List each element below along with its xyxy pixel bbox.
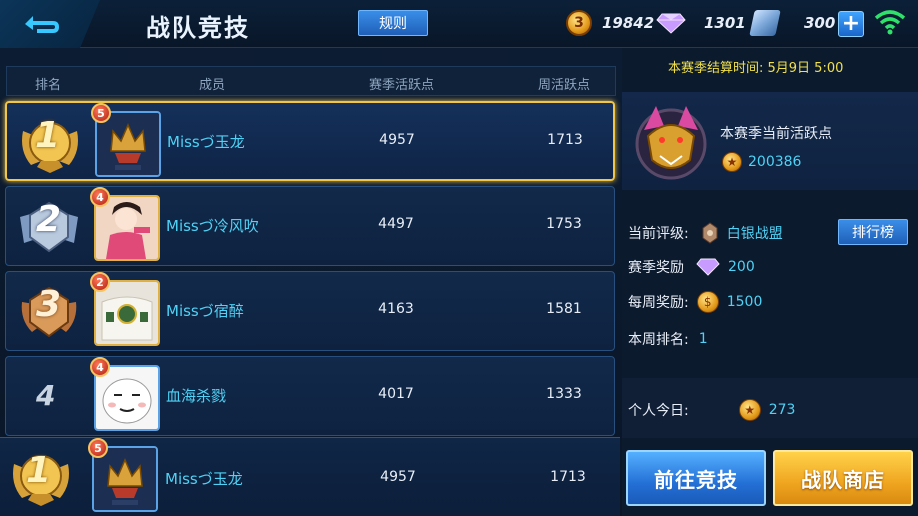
season-settlement-time: 本赛季结算时间: 5月9日 5:00 [668, 61, 844, 76]
weekly-points: 1713 [550, 469, 586, 485]
crown-emblem-icon [94, 448, 156, 510]
current-activity-number: 200386 [748, 154, 802, 170]
season-points: 4017 [378, 386, 414, 402]
page-title: 战队竞技 [146, 14, 250, 42]
uniform-patch-icon [96, 282, 158, 344]
today-value: 273 [768, 402, 796, 418]
rank-number: 4 [36, 379, 56, 412]
weekly-points: 1713 [547, 132, 583, 148]
top-bar: 战队竞技 规则 3 19842 1301 300 + [0, 0, 918, 48]
col-rank-header: 排名 [35, 78, 62, 93]
voucher-amount: 300 [804, 14, 836, 32]
star-icon: ★ [722, 152, 742, 172]
character-portrait-icon [96, 197, 158, 259]
gold-coin-icon: $ [696, 291, 719, 313]
voucher-currency: 300 [749, 10, 836, 36]
diamond-amount: 1301 [704, 14, 746, 32]
team-shop-button[interactable]: 战队商店 [773, 450, 913, 506]
crown-emblem-icon [97, 113, 159, 175]
table-row-rank-4[interactable]: 4 4 血海杀戮 4017 1333 [5, 356, 615, 436]
season-reward-value: 200 [728, 259, 755, 275]
star-icon: ★ [738, 399, 761, 421]
weekly-points: 1753 [546, 216, 582, 232]
level-badge: 4 [90, 357, 110, 377]
rank-number: 2 [36, 199, 62, 240]
weekly-points: 1333 [546, 386, 582, 402]
season-points: 4957 [379, 132, 415, 148]
table-row-rank-2[interactable]: 2 4 Missづ冷风吹 4497 1753 [5, 186, 615, 266]
voucher-card-icon [749, 10, 781, 36]
diamond-icon [656, 13, 686, 34]
weekly-rank-row: 本周排名: 1 [628, 329, 708, 349]
rank-number: 3 [36, 284, 62, 325]
weekly-rank-label: 本周排名: [628, 332, 689, 348]
member-name: Missづ玉龙 [165, 470, 243, 488]
level-badge: 4 [90, 187, 110, 207]
weekly-reward-label: 每周奖励: [628, 295, 689, 311]
back-arrow-icon [25, 16, 59, 33]
my-rank-row[interactable]: 1 5 Missづ玉龙 4957 1713 [0, 437, 620, 516]
diamond-icon [696, 258, 720, 276]
today-label: 个人今日: [628, 403, 689, 419]
season-points: 4163 [378, 301, 414, 317]
weekly-reward-row: 每周奖励: $ 1500 [628, 291, 762, 313]
team-competition-screen: 战队竞技 规则 3 19842 1301 300 + 排名 成员 赛季活跃点 周… [0, 0, 918, 516]
rating-label: 当前评级: [628, 226, 689, 242]
season-reward-row: 赛季奖励 200 [628, 257, 755, 277]
today-row: 个人今日: ★ 273 [628, 399, 795, 421]
weekly-reward-value: 1500 [726, 294, 763, 310]
member-name: Missづ玉龙 [167, 133, 245, 151]
current-activity-label: 本赛季当前活跃点 [720, 126, 832, 142]
current-activity-value: ★ 200386 [722, 152, 801, 172]
rank-number: 1 [35, 115, 61, 156]
table-row-rank-1[interactable]: 1 5 Missづ玉龙 4957 1713 [5, 101, 615, 181]
level-badge: 2 [90, 272, 110, 292]
silver-rank-icon [702, 222, 718, 244]
table-row-rank-3[interactable]: 3 2 Missづ宿醉 4163 1581 [5, 271, 615, 351]
season-points: 4497 [378, 216, 414, 232]
gold-amount: 19842 [602, 14, 655, 32]
member-name: Missづ冷风吹 [166, 217, 259, 235]
rules-button[interactable]: 规则 [358, 10, 428, 36]
col-season-header: 赛季活跃点 [369, 78, 435, 93]
gold-coin-icon: 3 [566, 10, 592, 36]
member-name: 血海杀戮 [166, 387, 227, 405]
cartoon-face-icon [96, 367, 158, 429]
weekly-rank-value: 1 [698, 331, 708, 347]
level-badge: 5 [91, 103, 111, 123]
back-button[interactable] [0, 0, 100, 48]
season-reward-label: 赛季奖励 [628, 260, 684, 276]
go-compete-button[interactable]: 前往竞技 [626, 450, 766, 506]
col-member-header: 成员 [199, 78, 226, 93]
member-name: Missづ宿醉 [166, 302, 244, 320]
gold-currency: 3 19842 [566, 10, 654, 36]
level-badge: 5 [88, 438, 108, 458]
rating-row: 当前评级: 白银战盟 [628, 222, 783, 244]
rating-value: 白银战盟 [726, 226, 783, 242]
rank-number: 1 [26, 450, 52, 491]
col-weekly-header: 周活跃点 [538, 78, 591, 93]
wolf-emblem-icon [635, 106, 707, 180]
diamond-currency: 1301 [656, 10, 746, 36]
leaderboard-button[interactable]: 排行榜 [838, 219, 908, 245]
wifi-icon [874, 10, 906, 35]
add-currency-button[interactable]: + [838, 11, 864, 37]
weekly-points: 1581 [546, 301, 582, 317]
season-points: 4957 [380, 469, 416, 485]
table-header: 排名 成员 赛季活跃点 周活跃点 [6, 66, 616, 96]
